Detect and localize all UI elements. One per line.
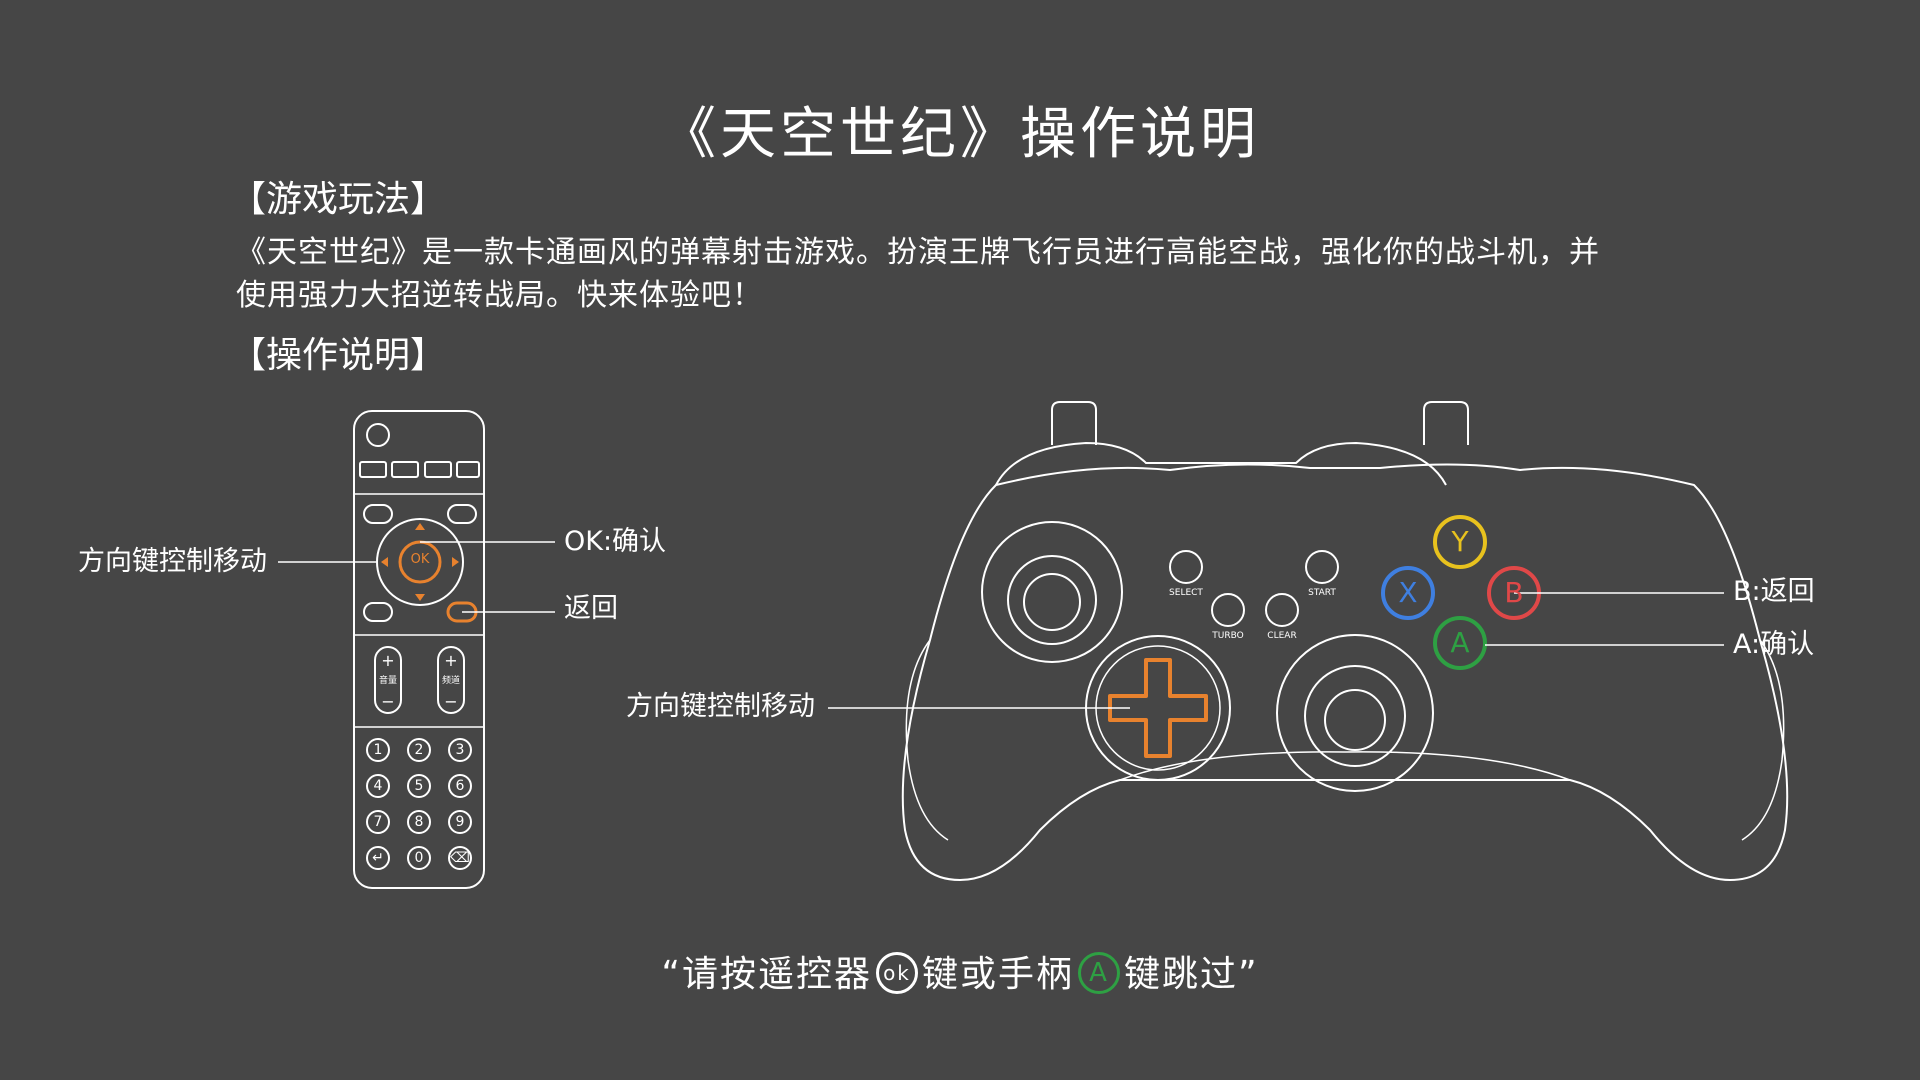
right-stick-ring	[1276, 634, 1434, 792]
skip-hint-part3: 键跳过”	[1124, 954, 1259, 995]
skip-hint-part1: “请按遥控器	[661, 954, 872, 995]
b-button-label: B	[1504, 576, 1524, 609]
clear-text: CLEAR	[1267, 631, 1297, 641]
turbo-text: TURBO	[1212, 631, 1244, 641]
start-button	[1305, 550, 1339, 584]
left-stick-ring	[981, 521, 1123, 663]
gamepad-dpad-label: 方向键控制移动	[626, 691, 815, 722]
right-trigger	[1423, 401, 1469, 445]
left-trigger	[1051, 401, 1097, 445]
turbo-button	[1211, 593, 1245, 627]
gamepad-illustration	[828, 401, 1789, 882]
skip-hint: “请按遥控器 ok 键或手柄 A 键跳过”	[0, 950, 1920, 1000]
select-text: SELECT	[1169, 588, 1203, 598]
shoulder-bumpers	[995, 441, 1447, 486]
x-button-label: X	[1398, 576, 1418, 609]
a-badge-icon: A	[1078, 952, 1120, 994]
select-button	[1169, 550, 1203, 584]
right-stick	[1324, 689, 1386, 751]
ok-badge-icon: ok	[875, 952, 918, 994]
clear-button	[1265, 593, 1299, 627]
y-button-label: Y	[1451, 525, 1469, 558]
a-button-label: A	[1450, 626, 1470, 659]
left-grip	[905, 639, 949, 841]
left-stick	[1023, 573, 1081, 631]
gamepad-b-label: B:返回	[1733, 576, 1815, 607]
skip-hint-part2: 键或手柄	[921, 954, 1074, 995]
start-text: START	[1308, 588, 1336, 598]
gamepad-a-label: A:确认	[1733, 629, 1815, 660]
right-grip	[1741, 639, 1785, 841]
gamepad-body	[901, 463, 1789, 882]
